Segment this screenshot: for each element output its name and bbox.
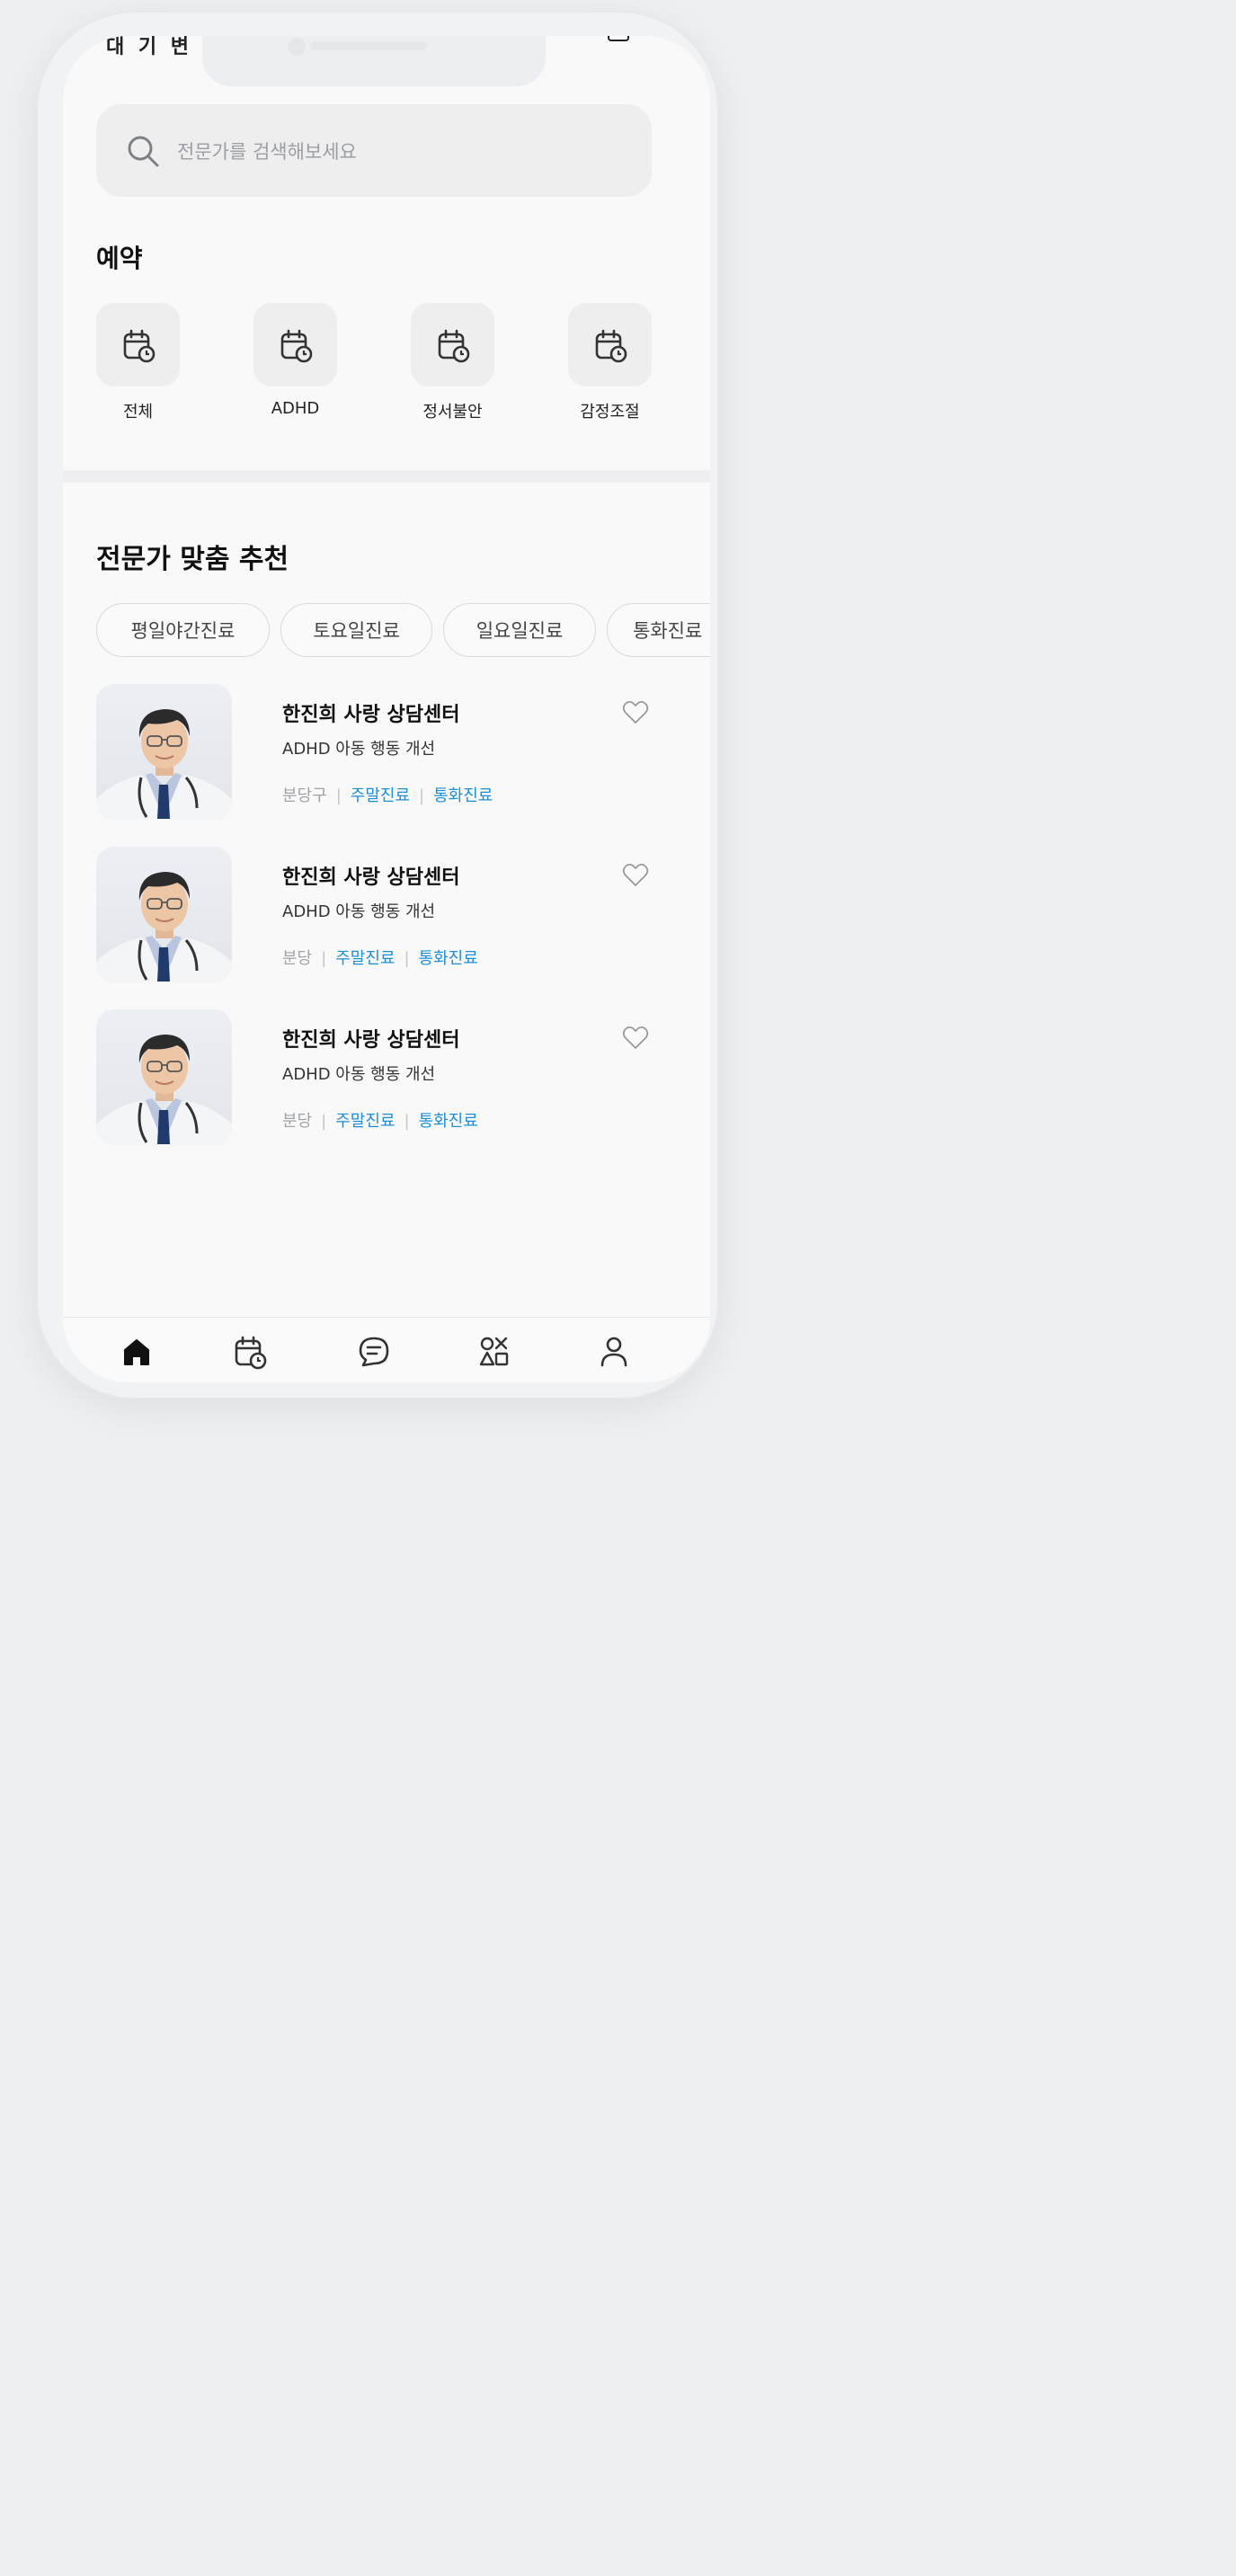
expert-photo[interactable] bbox=[96, 1009, 232, 1145]
tag-separator: | bbox=[404, 949, 410, 968]
category-label: 전체 bbox=[122, 403, 154, 422]
expert-card[interactable]: 한진희 사랑 상담센터 ADHD 아동 행동 개선 분당구 | 주말진료 | 통화진료 bbox=[96, 684, 662, 821]
expert-location: 분당구 bbox=[282, 786, 327, 805]
section-divider bbox=[63, 470, 710, 483]
doctor-avatar-icon bbox=[96, 709, 232, 820]
filter-chip-row: 평일야간진료 토요일진료 일요일진료 통화진료 bbox=[96, 603, 710, 661]
tag-separator: | bbox=[321, 949, 327, 968]
chip-sunday[interactable]: 일요일진료 bbox=[443, 603, 596, 657]
calendar-clock-icon[interactable] bbox=[232, 1334, 268, 1370]
search-icon bbox=[128, 136, 159, 166]
doctor-avatar-icon bbox=[96, 872, 232, 982]
expert-tag: 주말진료 bbox=[335, 949, 396, 968]
chip-phone-consult[interactable]: 통화진료 bbox=[607, 603, 710, 657]
shapes-icon[interactable] bbox=[476, 1334, 512, 1370]
chip-saturday[interactable]: 토요일진료 bbox=[280, 603, 432, 657]
expert-photo[interactable] bbox=[96, 847, 232, 982]
notch bbox=[202, 36, 546, 86]
search-placeholder[interactable]: 전문가를 검색해보세요 bbox=[177, 138, 357, 164]
category-label: 감정조절 bbox=[580, 403, 640, 422]
expert-tag: 주말진료 bbox=[350, 786, 411, 805]
chat-icon[interactable] bbox=[356, 1334, 392, 1370]
category-icon-box[interactable] bbox=[411, 303, 494, 386]
calendar-clock-icon bbox=[438, 329, 469, 362]
category-label: 정서불안 bbox=[422, 403, 483, 422]
heart-icon[interactable] bbox=[622, 1026, 649, 1051]
category-icon-box[interactable] bbox=[253, 303, 337, 386]
calendar-clock-icon bbox=[595, 329, 627, 362]
heart-icon[interactable] bbox=[622, 700, 649, 725]
expert-tag: 통화진료 bbox=[418, 1112, 478, 1131]
expert-name[interactable]: 한진희 사랑 상담센터 bbox=[282, 861, 459, 890]
recommend-section-title: 전문가 맞춤 추천 bbox=[96, 544, 289, 575]
booking-category-row: 전체 ADHD 정서불안 감정조절 bbox=[96, 303, 689, 429]
expert-tags: 분당 | 주말진료 | 통화진료 bbox=[282, 946, 478, 969]
calendar-clock-icon bbox=[123, 329, 155, 362]
tag-separator: | bbox=[335, 786, 342, 805]
expert-tag: 통화진료 bbox=[418, 949, 478, 968]
category-icon-box[interactable] bbox=[96, 303, 180, 386]
expert-card[interactable]: 한진희 사랑 상담센터 ADHD 아동 행동 개선 분당 | 주말진료 | 통화진료 bbox=[96, 1009, 662, 1146]
category-all[interactable]: 전체 bbox=[96, 303, 180, 422]
category-emotion-control[interactable]: 감정조절 bbox=[568, 303, 652, 422]
tag-separator: | bbox=[419, 786, 425, 805]
home-icon[interactable] bbox=[119, 1334, 155, 1370]
expert-tags: 분당구 | 주말진료 | 통화진료 bbox=[282, 783, 493, 806]
chip-weekday-night[interactable]: 평일야간진료 bbox=[96, 603, 270, 657]
search-bar[interactable]: 전문가를 검색해보세요 bbox=[96, 104, 652, 197]
tag-separator: | bbox=[404, 1112, 410, 1131]
expert-name[interactable]: 한진희 사랑 상담센터 bbox=[282, 1024, 459, 1053]
bottom-tab-bar bbox=[63, 1317, 710, 1382]
speaker-grille bbox=[310, 41, 427, 50]
status-bar-text: 대 기 변 bbox=[106, 36, 193, 58]
expert-location: 분당 bbox=[282, 949, 313, 968]
category-adhd[interactable]: ADHD bbox=[253, 303, 337, 418]
expert-card[interactable]: 한진희 사랑 상담센터 ADHD 아동 행동 개선 분당 | 주말진료 | 통화진료 bbox=[96, 847, 662, 983]
booking-section-title: 예약 bbox=[96, 244, 143, 273]
expert-description: ADHD 아동 행동 개선 bbox=[282, 740, 436, 759]
expert-tag: 통화진료 bbox=[433, 786, 494, 805]
calendar-clock-icon bbox=[280, 329, 312, 362]
camera-dot bbox=[288, 38, 306, 56]
expert-tag: 주말진료 bbox=[335, 1112, 396, 1131]
app-screen: 대 기 변 전문가를 검색해보세요 예약 전체 ADHD 정서불안 감정조절 전… bbox=[63, 36, 710, 1382]
expert-name[interactable]: 한진희 사랑 상담센터 bbox=[282, 698, 459, 727]
expert-photo[interactable] bbox=[96, 684, 232, 820]
expert-description: ADHD 아동 행동 개선 bbox=[282, 1065, 436, 1084]
expert-description: ADHD 아동 행동 개선 bbox=[282, 902, 436, 921]
category-emotional-anxiety[interactable]: 정서불안 bbox=[411, 303, 494, 422]
heart-icon[interactable] bbox=[622, 863, 649, 888]
doctor-avatar-icon bbox=[96, 1035, 232, 1145]
battery-icon bbox=[608, 36, 629, 41]
expert-tags: 분당 | 주말진료 | 통화진료 bbox=[282, 1108, 478, 1132]
person-icon[interactable] bbox=[596, 1334, 632, 1370]
category-label: ADHD bbox=[271, 399, 320, 418]
tag-separator: | bbox=[321, 1112, 327, 1131]
category-icon-box[interactable] bbox=[568, 303, 652, 386]
expert-location: 분당 bbox=[282, 1112, 313, 1131]
